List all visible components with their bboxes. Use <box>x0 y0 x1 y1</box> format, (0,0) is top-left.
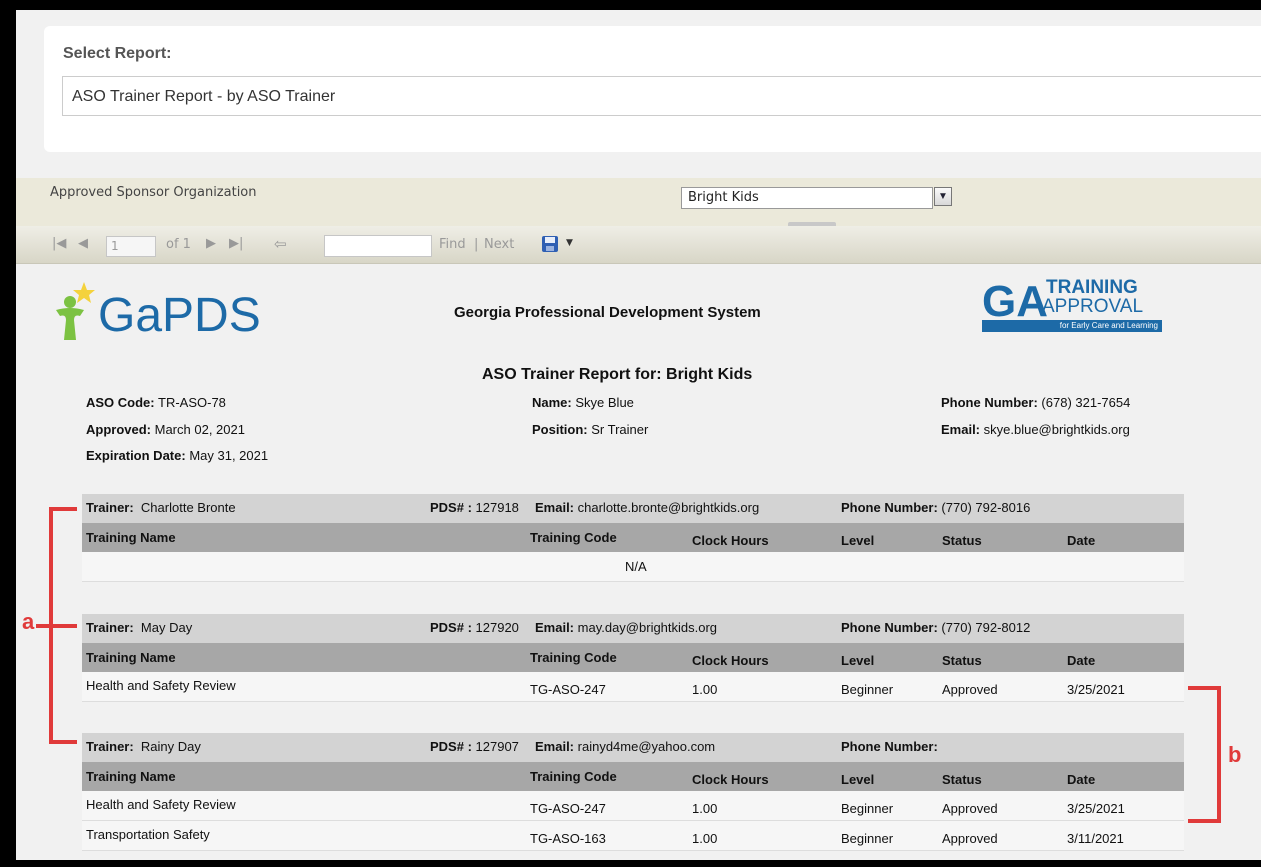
page-number-input[interactable]: 1 <box>106 236 156 257</box>
next-page-icon[interactable]: ▶ <box>206 236 216 251</box>
report-title: Georgia Professional Development System <box>454 304 761 321</box>
trainer-pds: PDS# : 127918 <box>430 500 519 515</box>
trainer-email: Email: may.day@brightkids.org <box>535 620 718 635</box>
annotation-a-label: a <box>22 609 35 634</box>
aso-phone: Phone Number: (678) 321-7654 <box>941 395 1131 410</box>
trainer-header: Trainer: May Day PDS# : 127920 Email: ma… <box>82 614 1184 643</box>
trainer-phone: Phone Number: <box>841 739 938 754</box>
report-toolbar: |◀ ◀ 1 of 1 ▶ ▶| ⇦ Find | Next ▼ <box>16 226 1261 264</box>
col-training-name: Training Name <box>86 769 176 784</box>
col-status: Status <box>942 533 982 548</box>
trainer-name: Trainer: Rainy Day <box>86 739 201 754</box>
trainer-block: Trainer: May Day PDS# : 127920 Email: ma… <box>82 614 1184 702</box>
first-page-icon[interactable]: |◀ <box>52 236 66 251</box>
report-content: GaPDS Georgia Professional Development S… <box>16 266 1261 860</box>
col-date: Date <box>1067 772 1096 787</box>
col-training-code: Training Code <box>530 530 617 545</box>
annotation-b-tick <box>1188 819 1220 823</box>
annotation-a-tick <box>49 624 77 628</box>
trainer-email: Email: charlotte.bronte@brightkids.org <box>535 500 760 515</box>
trainer-block: Trainer: Charlotte Bronte PDS# : 127918 … <box>82 494 1184 582</box>
table-row: Health and Safety Review TG-ASO-247 1.00… <box>82 791 1184 821</box>
col-clock-hours: Clock Hours <box>692 533 769 548</box>
page-count: of 1 <box>166 237 191 252</box>
aso-position: Position: Sr Trainer <box>532 422 649 437</box>
col-training-code: Training Code <box>530 650 617 665</box>
table-header: Training Name Training Code Clock Hours … <box>82 523 1184 552</box>
col-clock-hours: Clock Hours <box>692 653 769 668</box>
annotation-b-bracket <box>1217 686 1221 823</box>
find-link[interactable]: Find <box>439 237 466 252</box>
col-training-name: Training Name <box>86 530 176 545</box>
trainer-name: Trainer: Charlotte Bronte <box>86 500 236 515</box>
col-level: Level <box>841 533 875 548</box>
parameter-bar: Approved Sponsor Organization Bright Kid… <box>16 178 1261 228</box>
person-star-icon <box>56 282 95 340</box>
trainer-phone: Phone Number: (770) 792-8016 <box>841 500 1031 515</box>
back-icon[interactable]: ⇦ <box>274 235 287 253</box>
trainer-name: Trainer: May Day <box>86 620 193 635</box>
col-training-code: Training Code <box>530 769 617 784</box>
aso-name: Name: Skye Blue <box>532 395 634 410</box>
next-link[interactable]: Next <box>484 237 514 252</box>
col-status: Status <box>942 653 982 668</box>
trainer-header: Trainer: Rainy Day PDS# : 127907 Email: … <box>82 733 1184 762</box>
aso-code: ASO Code: TR-ASO-78 <box>86 395 226 410</box>
trainer-pds: PDS# : 127907 <box>430 739 519 754</box>
sponsor-org-label: Approved Sponsor Organization <box>50 185 257 200</box>
aso-approved: Approved: March 02, 2021 <box>86 422 245 437</box>
ga-logo-line1: TRAINING <box>1046 277 1138 298</box>
col-level: Level <box>841 772 875 787</box>
col-clock-hours: Clock Hours <box>692 772 769 787</box>
ga-logo-line3: for Early Care and Learning <box>982 320 1162 332</box>
col-date: Date <box>1067 653 1096 668</box>
trainer-block: Trainer: Rainy Day PDS# : 127907 Email: … <box>82 733 1184 851</box>
annotation-a-tick <box>49 507 77 511</box>
table-header: Training Name Training Code Clock Hours … <box>82 643 1184 672</box>
report-subtitle: ASO Trainer Report for: Bright Kids <box>482 366 753 383</box>
col-date: Date <box>1067 533 1096 548</box>
na-cell: N/A <box>625 559 647 574</box>
dropdown-arrow-icon[interactable]: ▼ <box>934 187 952 206</box>
export-save-icon[interactable] <box>541 235 559 253</box>
table-row: Transportation Safety TG-ASO-163 1.00 Be… <box>82 821 1184 851</box>
table-row: N/A <box>82 552 1184 582</box>
aso-email: Email: skye.blue@brightkids.org <box>941 422 1130 437</box>
prev-page-icon[interactable]: ◀ <box>78 236 88 251</box>
export-dropdown-icon[interactable]: ▼ <box>566 238 573 248</box>
table-header: Training Name Training Code Clock Hours … <box>82 762 1184 791</box>
select-report-dropdown[interactable]: ASO Trainer Report - by ASO Trainer <box>62 76 1261 116</box>
trainer-pds: PDS# : 127920 <box>430 620 519 635</box>
ga-logo-line2: APPROVAL <box>1042 296 1144 317</box>
toolbar-separator: | <box>474 237 479 252</box>
aso-expiration: Expiration Date: May 31, 2021 <box>86 448 269 463</box>
annotation-a-tick <box>49 740 77 744</box>
annotation-a-pointer <box>36 624 50 628</box>
screenshot-frame: Select Report: ASO Trainer Report - by A… <box>0 0 1261 867</box>
col-status: Status <box>942 772 982 787</box>
ga-logo-big: GA <box>982 277 1048 326</box>
ga-training-approval-logo: GA TRAINING APPROVAL for Early Care and … <box>982 278 1162 338</box>
select-report-label: Select Report: <box>63 45 172 62</box>
trainer-phone: Phone Number: (770) 792-8012 <box>841 620 1031 635</box>
trainer-header: Trainer: Charlotte Bronte PDS# : 127918 … <box>82 494 1184 523</box>
report-page: Select Report: ASO Trainer Report - by A… <box>16 10 1261 860</box>
col-level: Level <box>841 653 875 668</box>
gapds-logo-text: GaPDS <box>98 289 261 342</box>
col-training-name: Training Name <box>86 650 176 665</box>
select-report-card: Select Report: ASO Trainer Report - by A… <box>44 26 1261 152</box>
table-row: Health and Safety Review TG-ASO-247 1.00… <box>82 672 1184 702</box>
sponsor-org-select[interactable]: Bright Kids <box>681 187 933 209</box>
trainer-email: Email: rainyd4me@yahoo.com <box>535 739 716 754</box>
annotation-b-label: b <box>1228 742 1242 767</box>
last-page-icon[interactable]: ▶| <box>229 236 243 251</box>
annotation-b-tick <box>1188 686 1220 690</box>
gapds-logo: GaPDS <box>54 278 269 348</box>
find-text-input[interactable] <box>324 235 432 257</box>
